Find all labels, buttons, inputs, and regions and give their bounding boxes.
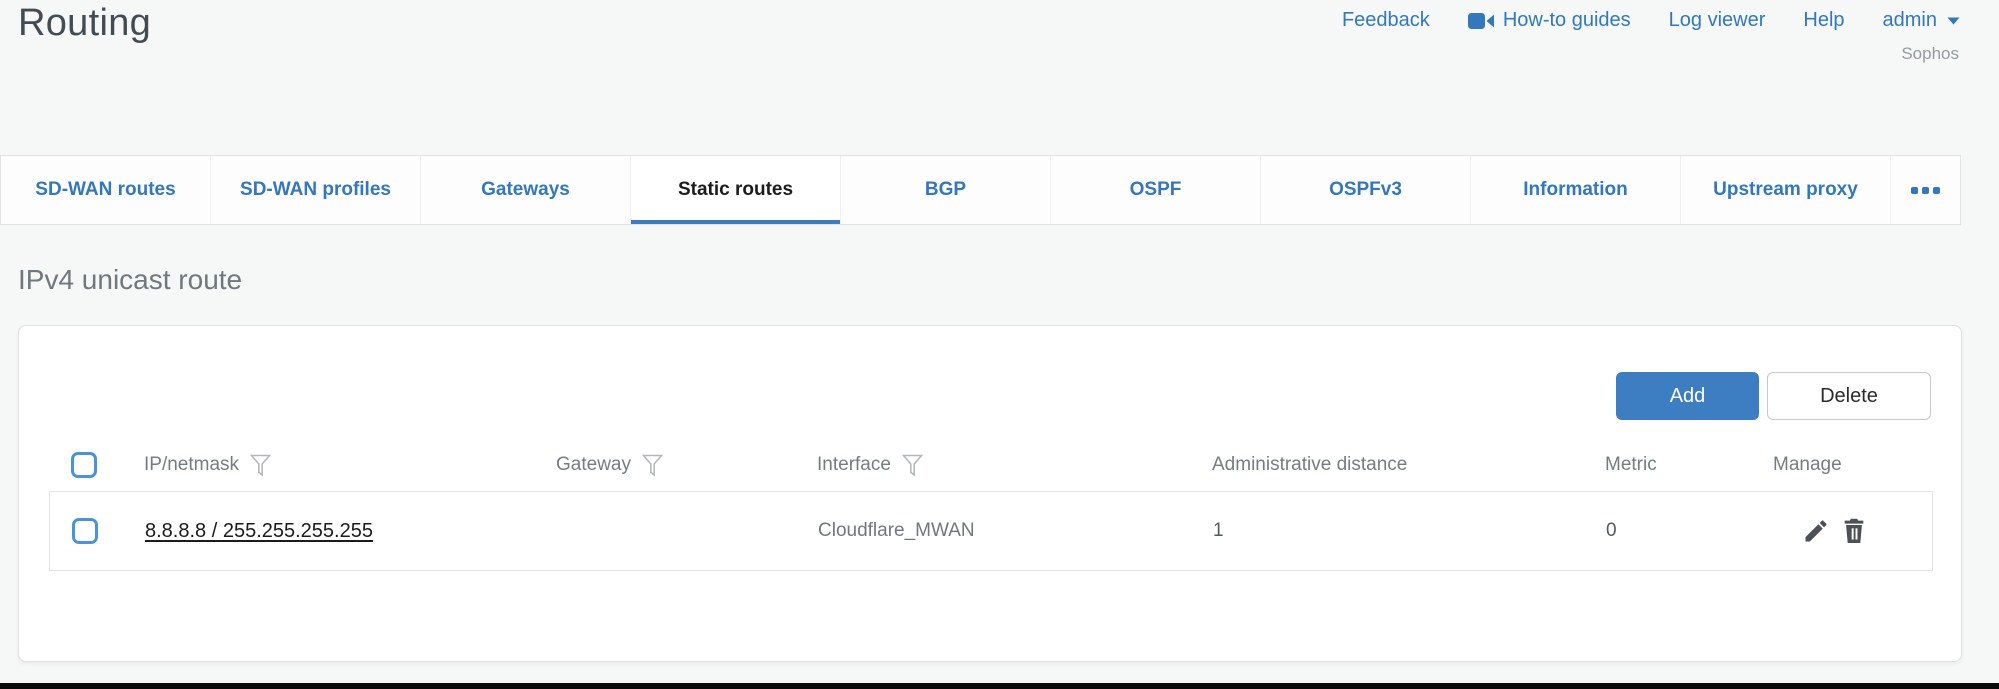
tab-ospfv3[interactable]: OSPFv3 [1261,156,1471,224]
admin-menu[interactable]: admin [1883,9,1961,32]
row-metric-cell: 0 [1584,520,1752,542]
header-metric-label: Metric [1605,454,1657,476]
tab-ospf[interactable]: OSPF [1051,156,1261,224]
table-actions: Add Delete [1616,372,1931,420]
tabs-overflow-button[interactable] [1891,156,1960,224]
howto-guides-label: How-to guides [1503,9,1631,32]
help-label: Help [1803,9,1844,32]
window-bottom-edge [0,683,1999,689]
tab-static-routes[interactable]: Static routes [631,156,841,224]
row-checkbox[interactable] [72,518,98,544]
ellipsis-icon [1911,187,1918,194]
help-link[interactable]: Help [1803,9,1844,32]
tenant-name: Sophos [1901,44,1959,64]
row-administrative-distance-value: 1 [1213,520,1224,542]
trash-icon[interactable] [1840,517,1868,545]
log-viewer-label: Log viewer [1669,9,1766,32]
tab-information[interactable]: Information [1471,156,1681,224]
table-row: 8.8.8.8 / 255.255.255.255 Cloudflare_MWA… [49,491,1933,571]
tab-sdwan-routes[interactable]: SD-WAN routes [1,156,211,224]
funnel-icon[interactable] [250,454,271,477]
ipv4-unicast-route-card: Add Delete IP/netmask Gateway Interfac [18,325,1962,662]
header-gateway-label: Gateway [556,454,631,476]
row-administrative-distance-cell: 1 [1191,520,1584,542]
howto-guides-link[interactable]: How-to guides [1468,9,1631,32]
admin-label: admin [1883,9,1937,32]
header-administrative-distance-label: Administrative distance [1212,454,1407,476]
funnel-icon[interactable] [642,454,663,477]
log-viewer-link[interactable]: Log viewer [1669,9,1766,32]
header-administrative-distance: Administrative distance [1190,454,1583,476]
utility-nav: Feedback How-to guides Log viewer Help a… [1342,9,1961,32]
delete-button[interactable]: Delete [1767,372,1931,420]
route-link[interactable]: 8.8.8.8 / 255.255.255.255 [145,520,373,543]
feedback-link[interactable]: Feedback [1342,9,1430,32]
row-select-cell [50,518,123,544]
header-manage: Manage [1751,454,1933,476]
caret-down-icon [1946,16,1961,26]
row-metric-value: 0 [1606,520,1617,542]
page-title: Routing [18,2,151,45]
section-heading: IPv4 unicast route [18,264,242,296]
select-all-checkbox[interactable] [71,452,97,478]
row-ip-netmask-cell: 8.8.8.8 / 255.255.255.255 [123,520,535,543]
tab-upstream-proxy[interactable]: Upstream proxy [1681,156,1891,224]
feedback-label: Feedback [1342,9,1430,32]
static-routes-table: IP/netmask Gateway Interface Administrat… [49,439,1933,571]
add-button[interactable]: Add [1616,372,1759,420]
row-manage-cell [1752,517,1934,545]
table-header-row: IP/netmask Gateway Interface Administrat… [49,439,1933,491]
ellipsis-icon [1933,187,1940,194]
header-gateway: Gateway [534,454,795,477]
pencil-icon[interactable] [1802,517,1830,545]
tab-sdwan-profiles[interactable]: SD-WAN profiles [211,156,421,224]
header-metric: Metric [1583,454,1751,476]
ellipsis-icon [1922,187,1929,194]
video-camera-icon [1468,12,1494,30]
row-interface-cell: Cloudflare_MWAN [796,520,1191,542]
tab-gateways[interactable]: Gateways [421,156,631,224]
funnel-icon[interactable] [902,454,923,477]
tab-bgp[interactable]: BGP [841,156,1051,224]
header-interface-label: Interface [817,454,891,476]
row-interface-value: Cloudflare_MWAN [818,520,975,542]
header-select-cell [49,452,122,478]
routing-tabbar: SD-WAN routes SD-WAN profiles Gateways S… [0,155,1961,225]
header-interface: Interface [795,454,1190,477]
header-ip-netmask: IP/netmask [122,454,534,477]
header-manage-label: Manage [1773,454,1842,476]
header-ip-netmask-label: IP/netmask [144,454,239,476]
